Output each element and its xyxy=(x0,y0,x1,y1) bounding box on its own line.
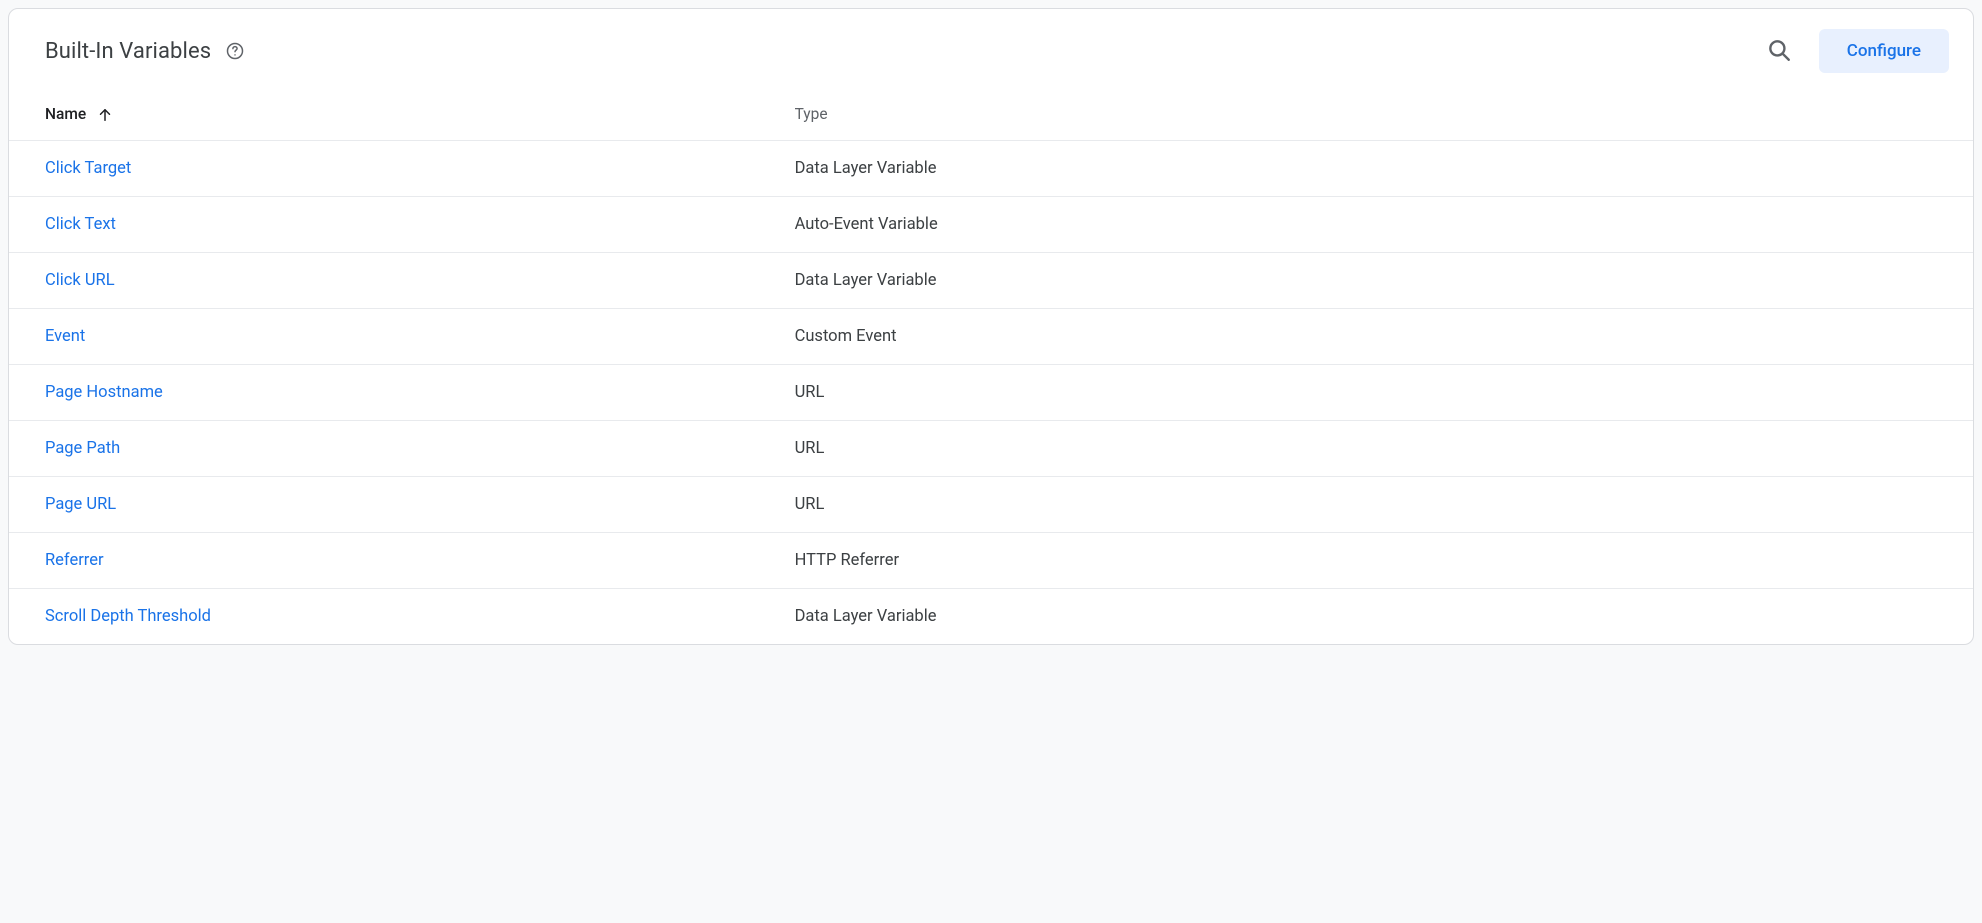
cell-name: Event xyxy=(9,308,795,364)
cell-type: Data Layer Variable xyxy=(795,588,1973,644)
column-header-name[interactable]: Name xyxy=(9,83,795,140)
variable-name-link[interactable]: Referrer xyxy=(45,551,104,570)
table-row: Event Custom Event xyxy=(9,308,1973,364)
table-row: Referrer HTTP Referrer xyxy=(9,532,1973,588)
table-row: Page URL URL xyxy=(9,476,1973,532)
variable-name-link[interactable]: Page Path xyxy=(45,439,120,458)
variable-name-link[interactable]: Click Text xyxy=(45,215,116,234)
cell-name: Click Target xyxy=(9,140,795,196)
search-icon xyxy=(1766,37,1792,66)
variable-name-link[interactable]: Page Hostname xyxy=(45,383,163,402)
cell-name: Referrer xyxy=(9,532,795,588)
variable-name-link[interactable]: Page URL xyxy=(45,495,116,514)
configure-button[interactable]: Configure xyxy=(1819,29,1949,73)
variable-name-link[interactable]: Scroll Depth Threshold xyxy=(45,607,211,626)
table-row: Click Text Auto-Event Variable xyxy=(9,196,1973,252)
cell-type: URL xyxy=(795,364,1973,420)
table-row: Page Path URL xyxy=(9,420,1973,476)
cell-type: URL xyxy=(795,476,1973,532)
cell-type: HTTP Referrer xyxy=(795,532,1973,588)
built-in-variables-card: Built-In Variables Configure xyxy=(8,8,1974,645)
column-header-name-label: Name xyxy=(45,105,86,123)
cell-name: Click URL xyxy=(9,252,795,308)
table-row: Click Target Data Layer Variable xyxy=(9,140,1973,196)
table-row: Scroll Depth Threshold Data Layer Variabl… xyxy=(9,588,1973,644)
cell-name: Scroll Depth Threshold xyxy=(9,588,795,644)
cell-type: Data Layer Variable xyxy=(795,140,1973,196)
variable-name-link[interactable]: Click URL xyxy=(45,271,115,290)
table-row: Click URL Data Layer Variable xyxy=(9,252,1973,308)
help-icon[interactable] xyxy=(225,41,245,61)
column-header-type[interactable]: Type xyxy=(795,83,1973,140)
cell-name: Click Text xyxy=(9,196,795,252)
card-title: Built-In Variables xyxy=(45,39,211,64)
column-header-type-label: Type xyxy=(795,105,828,123)
cell-type: Custom Event xyxy=(795,308,1973,364)
cell-name: Page Hostname xyxy=(9,364,795,420)
cell-type: URL xyxy=(795,420,1973,476)
cell-type: Auto-Event Variable xyxy=(795,196,1973,252)
cell-name: Page URL xyxy=(9,476,795,532)
variable-name-link[interactable]: Event xyxy=(45,327,85,346)
variables-table: Name Type Click Target Data Layer Variabl… xyxy=(9,83,1973,644)
variable-name-link[interactable]: Click Target xyxy=(45,159,131,178)
cell-name: Page Path xyxy=(9,420,795,476)
arrow-up-icon xyxy=(96,106,114,124)
table-row: Page Hostname URL xyxy=(9,364,1973,420)
card-header: Built-In Variables Configure xyxy=(9,9,1973,83)
cell-type: Data Layer Variable xyxy=(795,252,1973,308)
search-button[interactable] xyxy=(1757,29,1801,73)
